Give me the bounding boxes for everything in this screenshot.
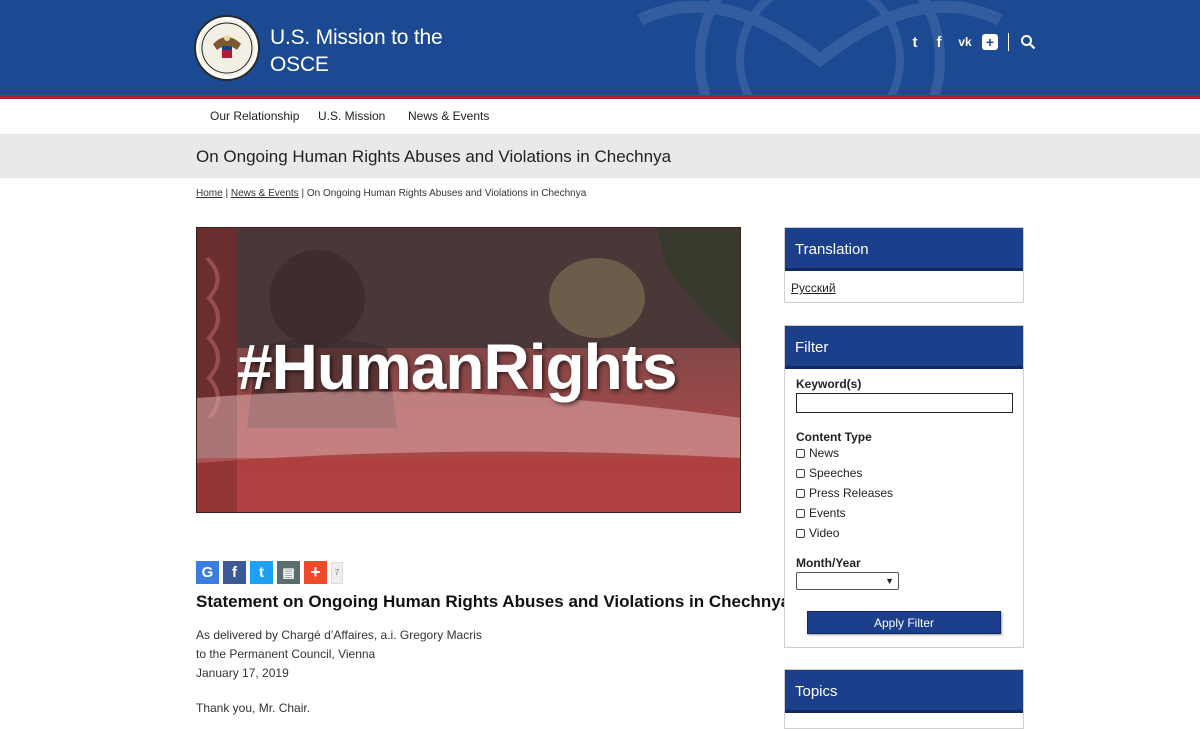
- checkbox-icon[interactable]: [796, 468, 805, 478]
- social-links: t f vk +: [906, 32, 1037, 52]
- addthis-icon[interactable]: +: [982, 34, 998, 50]
- site-title[interactable]: U.S. Mission to the OSCE: [270, 24, 443, 78]
- print-share-icon[interactable]: ▤: [277, 561, 300, 584]
- keyword-input[interactable]: [796, 393, 1013, 413]
- checkbox-label: Press Releases: [809, 486, 894, 500]
- main-nav: Our Relationship U.S. Mission News & Eve…: [0, 99, 1200, 134]
- vk-icon[interactable]: vk: [954, 33, 976, 51]
- share-bar: G f t ▤ + 7: [196, 561, 343, 584]
- checkbox-icon[interactable]: [796, 528, 805, 538]
- page-title: On Ongoing Human Rights Abuses and Viola…: [196, 147, 672, 166]
- facebook-share-icon[interactable]: f: [223, 561, 246, 584]
- checkbox-icon[interactable]: [796, 488, 805, 498]
- breadcrumb-home[interactable]: Home: [196, 188, 223, 199]
- byline-line2: to the Permanent Council, Vienna: [196, 647, 376, 661]
- topics-heading: Topics: [785, 670, 1023, 713]
- checkbox-icon[interactable]: [796, 508, 805, 518]
- filter-form: Keyword(s) Content Type News Speeches Pr…: [785, 369, 1023, 648]
- eagle-seal-icon: [201, 22, 253, 74]
- topics-panel: Topics: [784, 669, 1024, 729]
- twitter-share-icon[interactable]: t: [250, 561, 273, 584]
- nav-item-us-mission[interactable]: U.S. Mission: [318, 109, 385, 123]
- search-icon[interactable]: [1019, 33, 1037, 51]
- site-title-line1: U.S. Mission to the: [270, 26, 443, 49]
- chevron-down-icon: ▼: [885, 576, 894, 586]
- translation-panel: Translation Русский: [784, 227, 1024, 303]
- checkbox-label: News: [809, 446, 840, 460]
- site-title-line2: OSCE: [270, 53, 329, 76]
- nav-item-news-events[interactable]: News & Events: [408, 109, 489, 123]
- article-opening: Thank you, Mr. Chair.: [196, 701, 311, 715]
- byline-line1: As delivered by Chargé d’Affaires, a.i. …: [196, 628, 482, 642]
- filter-panel: Filter Keyword(s) Content Type News Spee…: [784, 325, 1024, 648]
- checkbox-speeches[interactable]: Speeches: [796, 466, 1012, 480]
- month-year-select[interactable]: ▼: [796, 572, 899, 590]
- more-share-icon[interactable]: +: [304, 561, 327, 584]
- breadcrumb: Home | News & Events | On Ongoing Human …: [196, 188, 586, 199]
- checkbox-video[interactable]: Video: [796, 526, 1012, 540]
- keyword-label: Keyword(s): [796, 377, 862, 391]
- seal-logo[interactable]: [196, 17, 258, 79]
- checkbox-label: Speeches: [809, 466, 863, 480]
- hero-hashtag-text: #HumanRights: [237, 331, 678, 403]
- share-count: 7: [331, 561, 343, 584]
- header-divider: [1008, 33, 1009, 51]
- article-title: Statement on Ongoing Human Rights Abuses…: [196, 592, 791, 611]
- title-band: On Ongoing Human Rights Abuses and Viola…: [0, 134, 1200, 178]
- checkbox-icon[interactable]: [796, 448, 805, 458]
- google-share-icon[interactable]: G: [196, 561, 219, 584]
- checkbox-events[interactable]: Events: [796, 506, 1012, 520]
- content-type-label: Content Type: [796, 430, 872, 444]
- breadcrumb-news-events[interactable]: News & Events: [231, 188, 299, 199]
- translation-heading: Translation: [785, 228, 1023, 271]
- breadcrumb-current: On Ongoing Human Rights Abuses and Viola…: [306, 188, 587, 199]
- breadcrumb-separator: |: [225, 188, 229, 199]
- facebook-icon[interactable]: f: [930, 33, 948, 51]
- hero-image: #HumanRights: [196, 227, 741, 513]
- russian-translation-link[interactable]: Русский: [785, 271, 1023, 305]
- article-date: January 17, 2019: [196, 666, 289, 680]
- checkbox-label: Events: [809, 506, 846, 520]
- checkbox-label: Video: [809, 526, 840, 540]
- checkbox-news[interactable]: News: [796, 446, 1012, 460]
- breadcrumb-separator: |: [301, 188, 305, 199]
- month-year-label: Month/Year: [796, 556, 861, 570]
- twitter-icon[interactable]: t: [906, 33, 924, 51]
- article-byline: As delivered by Chargé d’Affaires, a.i. …: [196, 626, 482, 683]
- filter-heading: Filter: [785, 326, 1023, 369]
- checkbox-press-releases[interactable]: Press Releases: [796, 486, 1012, 500]
- nav-item-our-relationship[interactable]: Our Relationship: [210, 109, 299, 123]
- site-header: U.S. Mission to the OSCE t f vk +: [0, 0, 1200, 95]
- apply-filter-button[interactable]: Apply Filter: [807, 611, 1001, 634]
